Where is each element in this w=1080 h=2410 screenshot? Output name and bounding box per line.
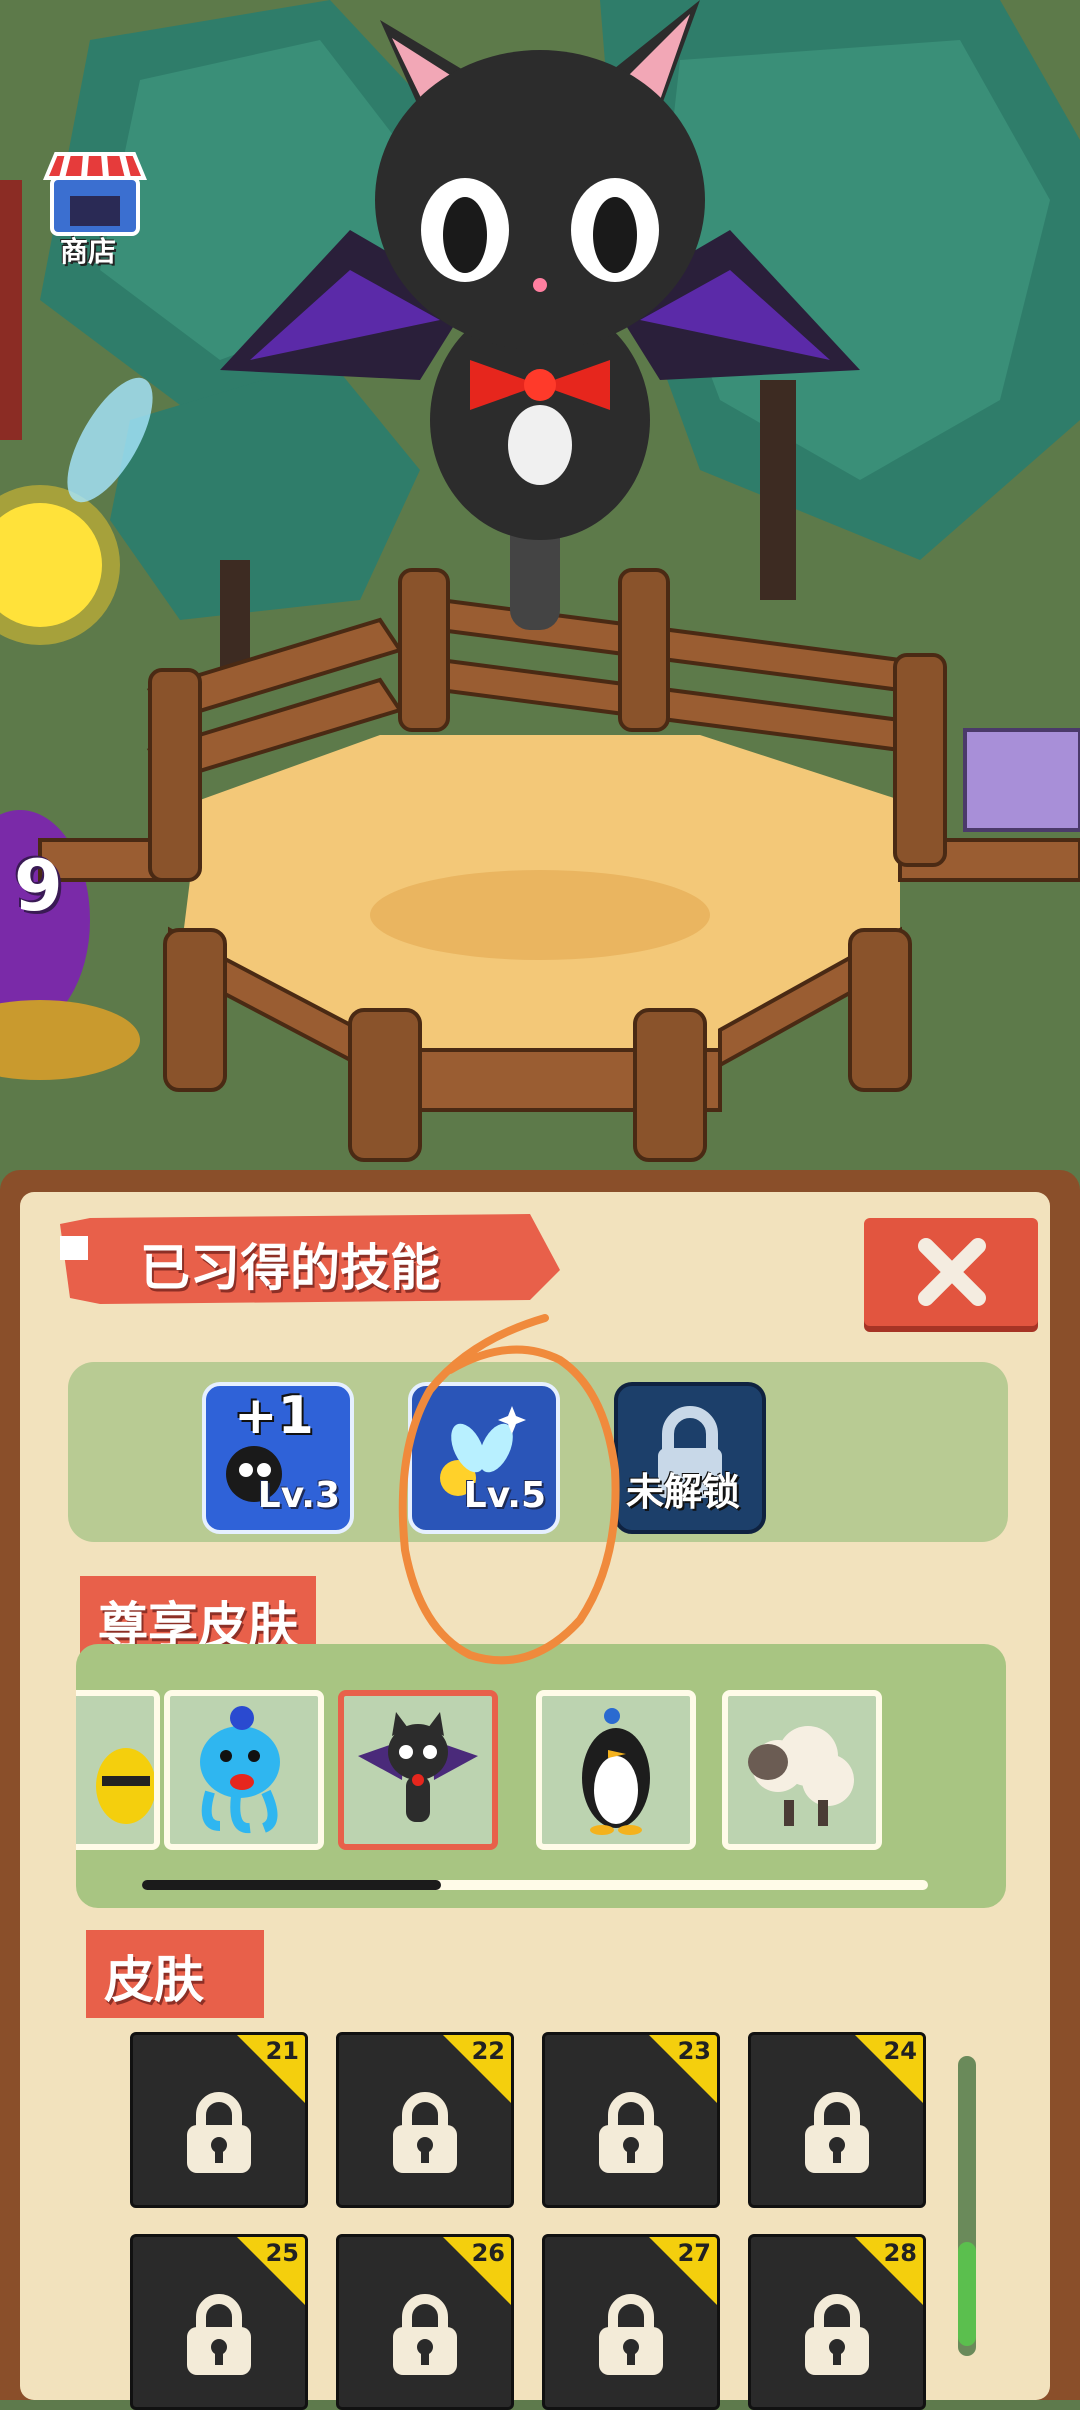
shop-label: 商店 [60, 235, 117, 268]
lock-icon [393, 2294, 457, 2375]
unlock-level: 24 [883, 2037, 917, 2065]
skin-card-penguin[interactable] [536, 1690, 696, 1850]
lock-icon [187, 2092, 251, 2173]
skin-card-sheep[interactable] [722, 1690, 882, 1850]
locked-skin-card[interactable]: 25 [130, 2234, 308, 2410]
locked-skin-card[interactable]: 27 [542, 2234, 720, 2410]
lock-icon [187, 2294, 251, 2375]
locked-skin-card[interactable]: 23 [542, 2032, 720, 2208]
skin-card-octopus[interactable] [164, 1690, 324, 1850]
locked-skin-card[interactable]: 28 [748, 2234, 926, 2410]
premium-skins-row [76, 1644, 1006, 1908]
bat-cat-icon [358, 1712, 478, 1822]
skins-tab: 皮肤 [86, 1930, 264, 2018]
lock-icon [599, 2294, 663, 2375]
skins-scrollbar[interactable] [958, 2056, 976, 2356]
skins-scrollbar-thumb[interactable] [958, 2242, 976, 2346]
unlock-level: 26 [471, 2239, 505, 2267]
annotation-circle [398, 1314, 620, 1665]
panel-title-ribbon: 已习得的技能 [60, 1214, 560, 1304]
close-button[interactable] [864, 1218, 1038, 1326]
unlock-level: 22 [471, 2037, 505, 2065]
close-icon [918, 1238, 986, 1306]
bee-icon [96, 1748, 156, 1824]
locked-skin-card[interactable]: 21 [130, 2032, 308, 2208]
skill-level: 未解锁 [626, 1470, 741, 1514]
octopus-icon [200, 1706, 280, 1834]
skill-level: Lv.3 [257, 1475, 340, 1516]
premium-scrollbar-thumb[interactable] [142, 1880, 441, 1890]
scene-art [0, 0, 1080, 1190]
locked-skin-card[interactable]: 24 [748, 2032, 926, 2208]
skin-card-bee[interactable] [76, 1690, 160, 1850]
premium-scrollbar[interactable] [142, 1880, 928, 1890]
panel-title: 已习得的技能 [140, 1239, 440, 1297]
game-scene: 商店 9 [0, 0, 1080, 1190]
side-number: 9 [14, 845, 63, 927]
skill-locked[interactable]: 未解锁 [614, 1382, 766, 1534]
sheep-icon [748, 1726, 854, 1826]
skill-badge: +1 [234, 1386, 314, 1446]
skill-extra-bomb[interactable]: +1 Lv.3 [202, 1382, 354, 1534]
locked-skin-card[interactable]: 26 [336, 2234, 514, 2410]
skin-card-bat-cat[interactable] [338, 1690, 498, 1850]
lock-icon [393, 2092, 457, 2173]
unlock-level: 21 [265, 2037, 299, 2065]
shop-button[interactable]: 商店 [40, 148, 150, 268]
lock-icon [805, 2092, 869, 2173]
lock-icon [599, 2092, 663, 2173]
locked-skin-card[interactable]: 22 [336, 2032, 514, 2208]
unlock-level: 23 [677, 2037, 711, 2065]
shop-icon [43, 152, 147, 236]
penguin-icon [582, 1708, 650, 1835]
lock-icon [805, 2294, 869, 2375]
unlock-level: 28 [883, 2239, 917, 2267]
unlock-level: 27 [677, 2239, 711, 2267]
unlock-level: 25 [265, 2239, 299, 2267]
